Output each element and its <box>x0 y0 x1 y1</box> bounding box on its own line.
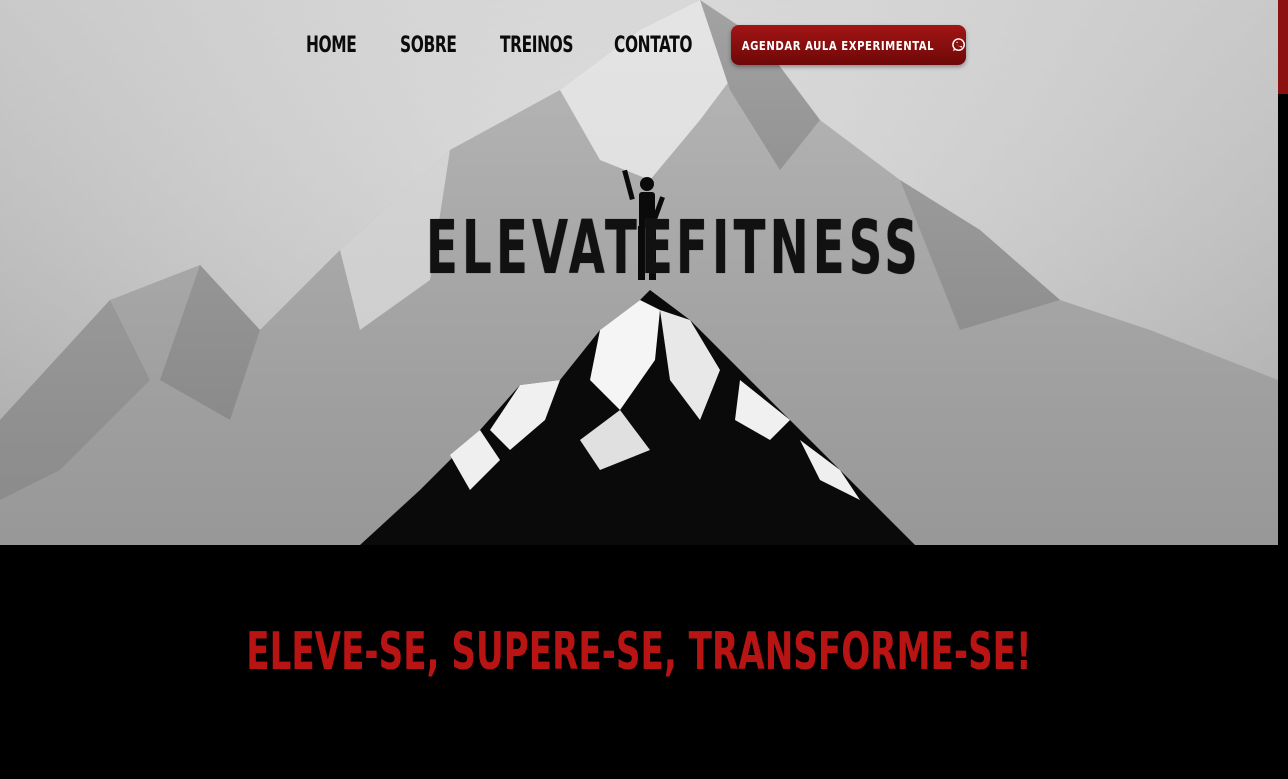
brand-word-fitness: FITNESS <box>676 205 923 291</box>
tagline-text: ELEVE-SE, SUPERE-SE, TRANSFORME-SE! <box>246 622 1032 682</box>
schedule-trial-label: AGENDAR AULA EXPERIMENTAL <box>741 37 935 53</box>
nav-item-sobre[interactable]: SOBRE <box>400 33 457 58</box>
nav-item-treinos[interactable]: TREINOS <box>500 33 574 58</box>
whatsapp-icon <box>952 38 965 52</box>
scrollbar[interactable] <box>1278 0 1288 779</box>
hero-section: ELEVATE FITNESS HOME SOBRE TREINOS CONTA… <box>0 0 1278 545</box>
schedule-trial-button[interactable]: AGENDAR AULA EXPERIMENTAL <box>731 25 966 65</box>
brand-word-elevate: ELEVATE <box>426 205 678 291</box>
tagline-heading: ELEVE-SE, SUPERE-SE, TRANSFORME-SE! <box>0 622 1278 682</box>
brand-logo: ELEVATE FITNESS <box>0 0 1278 545</box>
scrollbar-thumb[interactable] <box>1278 0 1288 94</box>
nav-item-home[interactable]: HOME <box>306 33 357 58</box>
nav-item-contato[interactable]: CONTATO <box>614 33 693 58</box>
